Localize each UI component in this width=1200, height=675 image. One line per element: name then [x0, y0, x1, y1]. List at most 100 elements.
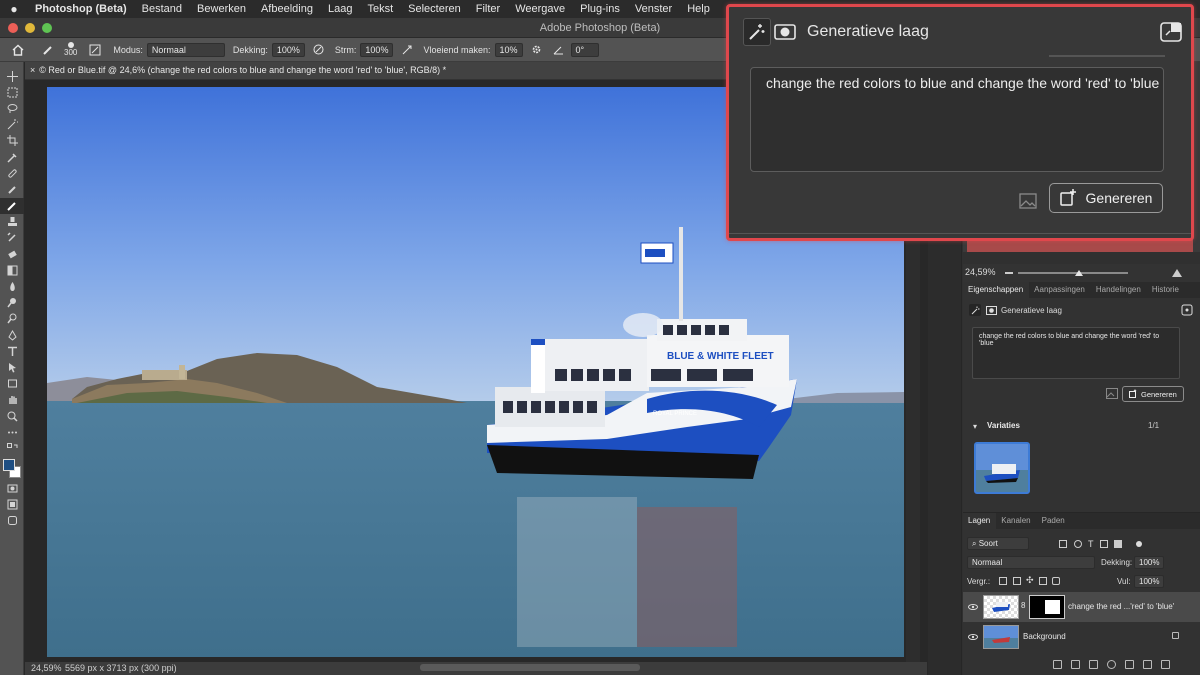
filter-pixel-icon[interactable]	[1059, 539, 1067, 548]
new-layer-icon[interactable]	[1143, 660, 1152, 669]
apple-icon[interactable]: ●	[8, 2, 20, 16]
status-zoom[interactable]: 24,59%	[31, 663, 62, 673]
lasso-tool-icon[interactable]	[0, 100, 24, 116]
menu-bestand[interactable]: Bestand	[142, 3, 182, 15]
menu-weergave[interactable]: Weergave	[515, 3, 565, 15]
lock-paint-icon[interactable]	[1013, 577, 1021, 585]
sponge-tool-icon[interactable]	[0, 311, 24, 327]
layer-generative[interactable]: 8 change the red ...'red' to 'blue'	[963, 592, 1200, 622]
fill-field[interactable]: 100%	[1134, 575, 1165, 588]
link-layers-icon[interactable]	[1053, 660, 1062, 669]
history-brush-tool-icon[interactable]	[0, 230, 24, 246]
reference-image-icon[interactable]	[1106, 388, 1118, 399]
marquee-tool-icon[interactable]	[0, 84, 24, 100]
variation-thumbnail[interactable]	[974, 442, 1030, 494]
menu-bewerken[interactable]: Bewerken	[197, 3, 246, 15]
edit-toolbar-icon[interactable]	[0, 513, 24, 529]
clone-stamp-tool-icon[interactable]	[0, 214, 24, 230]
smoothing-field[interactable]: 10%	[494, 42, 523, 57]
menu-app-name[interactable]: Photoshop (Beta)	[35, 3, 127, 15]
quick-mask-icon[interactable]	[0, 481, 24, 497]
menu-filter[interactable]: Filter	[476, 3, 500, 15]
swap-colors-icon[interactable]	[0, 440, 24, 456]
menu-help[interactable]: Help	[687, 3, 710, 15]
menu-venster[interactable]: Venster	[635, 3, 672, 15]
more-tools-icon[interactable]	[0, 424, 24, 440]
layer-filter-select[interactable]: ⌕ Soort	[967, 537, 1029, 550]
dodge-tool-icon[interactable]	[0, 295, 24, 311]
panel-options-icon[interactable]	[1181, 304, 1193, 316]
zoom-out-icon[interactable]	[1005, 268, 1013, 274]
pressure-opacity-icon[interactable]	[311, 42, 327, 58]
layer-mask-thumbnail[interactable]	[1029, 595, 1065, 619]
opacity-field[interactable]: 100%	[271, 42, 305, 57]
layer-name[interactable]: change the red ...'red' to 'blue'	[1068, 602, 1174, 611]
flow-field[interactable]: 100%	[360, 42, 394, 57]
lock-position-icon[interactable]: ✣	[1026, 575, 1034, 586]
color-swatches[interactable]	[0, 457, 24, 481]
zoom-in-icon[interactable]	[1171, 266, 1183, 278]
home-icon[interactable]	[10, 42, 26, 58]
gradient-tool-icon[interactable]	[0, 262, 24, 278]
path-selection-tool-icon[interactable]	[0, 359, 24, 375]
callout-reference-image-icon[interactable]	[1019, 193, 1037, 209]
layer-name[interactable]: Background	[1023, 632, 1066, 641]
healing-brush-tool-icon[interactable]	[0, 165, 24, 181]
filter-smart-object-icon[interactable]	[1113, 539, 1122, 548]
navigator-preview[interactable]	[967, 240, 1193, 252]
menu-plug-ins[interactable]: Plug-ins	[580, 3, 620, 15]
type-tool-icon[interactable]	[0, 343, 24, 359]
crop-tool-icon[interactable]	[0, 133, 24, 149]
filter-toggle-icon[interactable]	[1135, 540, 1142, 547]
pen-tool-icon[interactable]	[0, 327, 24, 343]
menu-laag[interactable]: Laag	[328, 3, 352, 15]
tab-handelingen[interactable]: Handelingen	[1091, 282, 1147, 298]
layer-background[interactable]: Background	[963, 622, 1200, 652]
navigator-zoom-knob[interactable]	[1075, 270, 1083, 276]
callout-options-icon[interactable]	[1159, 21, 1183, 46]
generative-sparkle-icon[interactable]	[969, 304, 981, 316]
zoom-tool-icon[interactable]	[0, 408, 24, 424]
mask-icon[interactable]	[985, 304, 997, 316]
menu-selecteren[interactable]: Selecteren	[408, 3, 461, 15]
brush-settings-icon[interactable]	[87, 42, 103, 58]
foreground-color-swatch[interactable]	[3, 458, 15, 471]
angle-field[interactable]: 0°	[570, 42, 599, 57]
move-tool-icon[interactable]	[0, 68, 24, 84]
rectangle-tool-icon[interactable]	[0, 376, 24, 392]
airbrush-icon[interactable]	[399, 42, 415, 58]
prompt-textarea[interactable]: change the red colors to blue and change…	[972, 327, 1180, 379]
callout-prompt-textarea[interactable]: change the red colors to blue and change…	[750, 67, 1164, 172]
layer-lock-icon[interactable]	[1172, 632, 1179, 639]
spot-brush-tool-icon[interactable]	[0, 181, 24, 197]
brush-tool-icon[interactable]	[0, 197, 24, 214]
horizontal-scrollbar[interactable]	[420, 664, 640, 671]
brush-size-preview[interactable]: 300	[64, 42, 77, 57]
smoothing-settings-gear-icon[interactable]	[529, 42, 545, 58]
tab-lagen[interactable]: Lagen	[963, 513, 997, 529]
menu-tekst[interactable]: Tekst	[367, 3, 393, 15]
eraser-tool-icon[interactable]	[0, 246, 24, 262]
filter-type-icon[interactable]: T	[1088, 539, 1094, 549]
navigator-zoom-slider[interactable]	[1018, 272, 1128, 274]
eyedropper-tool-icon[interactable]	[0, 149, 24, 165]
callout-generate-button[interactable]: Genereren	[1049, 183, 1163, 213]
layer-link-icon[interactable]: 8	[1021, 601, 1025, 610]
tab-kanalen[interactable]: Kanalen	[996, 513, 1036, 529]
visibility-eye-icon[interactable]	[968, 602, 978, 612]
navigator-zoom-value[interactable]: 24,59%	[965, 267, 996, 277]
brush-preset-icon[interactable]	[40, 42, 56, 58]
tab-historie[interactable]: Historie	[1147, 282, 1185, 298]
tab-eigenschappen[interactable]: Eigenschappen	[963, 282, 1030, 298]
generate-button[interactable]: Genereren	[1122, 386, 1184, 402]
mode-select[interactable]: Normaal	[146, 42, 225, 57]
magic-wand-tool-icon[interactable]	[0, 117, 24, 133]
layer-style-fx-icon[interactable]	[1071, 660, 1080, 669]
tab-aanpassingen[interactable]: Aanpassingen	[1029, 282, 1091, 298]
hand-tool-icon[interactable]	[0, 392, 24, 408]
filter-shape-icon[interactable]	[1099, 539, 1108, 548]
layer-opacity-field[interactable]: 100%	[1134, 556, 1165, 569]
blend-mode-select[interactable]: Normaal	[967, 556, 1095, 569]
delete-layer-icon[interactable]	[1161, 660, 1170, 669]
callout-generative-sparkle-icon[interactable]	[743, 18, 771, 46]
